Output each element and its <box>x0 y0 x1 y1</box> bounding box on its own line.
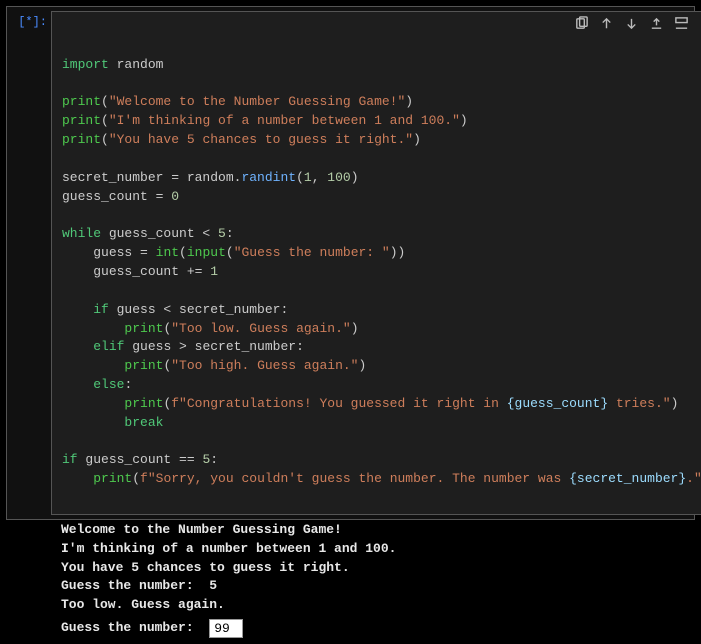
move-down-icon[interactable] <box>624 16 639 38</box>
move-up-icon[interactable] <box>599 16 614 38</box>
output-line: You have 5 chances to guess it right. <box>61 560 350 575</box>
stdin-prompt-label: Guess the number: <box>61 619 209 638</box>
cell-output: Welcome to the Number Guessing Game! I'm… <box>51 515 688 619</box>
copy-icon[interactable] <box>574 16 589 38</box>
code-cell-row: [*]: import random print("Welcome to the… <box>7 7 694 515</box>
code-text: import random print("Welcome to the Numb… <box>62 57 701 487</box>
insert-below-icon[interactable] <box>674 16 689 38</box>
output-line: I'm thinking of a number between 1 and 1… <box>61 541 396 556</box>
execution-prompt: [*]: <box>7 7 51 29</box>
output-line: Guess the number: 5 <box>61 578 217 593</box>
upload-icon[interactable] <box>649 16 664 38</box>
cell-toolbar <box>574 16 701 38</box>
output-line: Welcome to the Number Guessing Game! <box>61 522 342 537</box>
stdin-prompt-row: Guess the number: <box>51 619 688 644</box>
code-editor[interactable]: import random print("Welcome to the Numb… <box>51 11 701 515</box>
output-line: Too low. Guess again. <box>61 597 225 612</box>
notebook-cell-container: [*]: import random print("Welcome to the… <box>6 6 695 520</box>
stdin-input[interactable] <box>209 619 243 638</box>
